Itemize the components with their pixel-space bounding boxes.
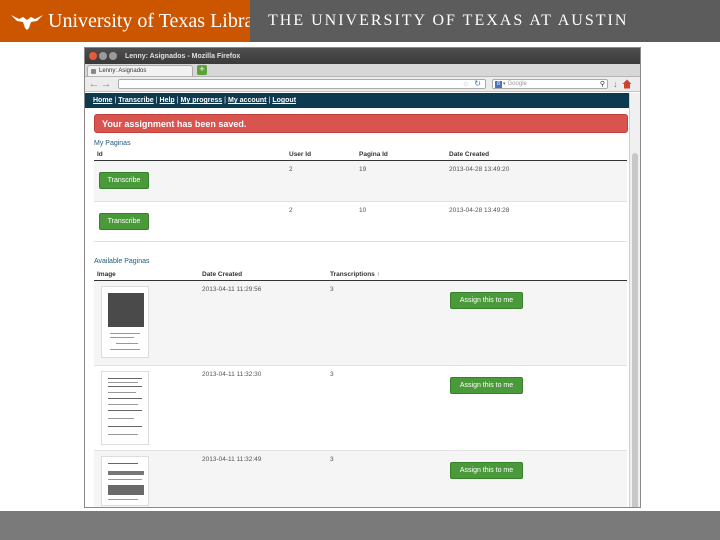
transcriptions-cell: 3	[327, 365, 445, 451]
date-created-cell: 2013-04-28 13:49:28	[446, 201, 627, 242]
download-icon[interactable]: ↓	[613, 79, 618, 89]
transcriptions-cell: 3	[327, 280, 445, 366]
page-favicon-icon	[91, 68, 96, 74]
search-engine-dropdown-icon[interactable]: ▾	[503, 81, 506, 87]
url-bar[interactable]: ☆ ↻	[118, 79, 486, 89]
assign-button[interactable]: Assign this to me	[450, 462, 523, 479]
window-titlebar: Lenny: Asignados - Mozilla Firefox	[85, 48, 640, 64]
column-header-date-created: Date Created	[446, 149, 627, 161]
column-header-image: Image	[94, 269, 199, 281]
window-title: Lenny: Asignados - Mozilla Firefox	[125, 52, 241, 60]
window-maximize-icon[interactable]	[109, 52, 117, 60]
my-paginas-table: Id User Id Pagina Id Date Created Transc…	[94, 149, 627, 242]
university-title: THE UNIVERSITY OF TEXAS AT AUSTIN	[268, 12, 629, 29]
forward-arrow-icon[interactable]: →	[100, 78, 112, 90]
tab-bar: Lenny: Asignados +	[85, 64, 640, 77]
table-row: 2013-04-11 11:32:30 3 Assign this to me	[94, 365, 627, 451]
search-engine-icon[interactable]: 8	[495, 80, 502, 88]
page-thumbnail[interactable]	[101, 371, 149, 445]
nav-my-account-link[interactable]: My account	[228, 97, 267, 104]
pagina-id-cell: 10	[356, 201, 446, 242]
slide-header: University of Texas Libraries THE UNIVER…	[0, 0, 720, 42]
back-arrow-icon[interactable]: ←	[88, 78, 100, 90]
nav-help-link[interactable]: Help	[160, 97, 175, 104]
longhorn-logo-icon	[10, 0, 44, 42]
nav-my-progress-link[interactable]: My progress	[181, 97, 223, 104]
user-id-cell: 2	[286, 160, 356, 202]
available-paginas-title: Available Paginas	[94, 258, 150, 265]
browser-tab[interactable]: Lenny: Asignados	[87, 65, 193, 76]
table-row: 2013-04-11 11:32:49 3 Assign this to me	[94, 450, 627, 507]
table-row: Transcribe 2 19 2013-04-28 13:49:20	[94, 160, 627, 202]
scrollbar-thumb[interactable]	[632, 153, 638, 507]
assign-button[interactable]: Assign this to me	[450, 377, 523, 394]
column-header-transcriptions[interactable]: Transcriptions ↑	[327, 269, 445, 281]
column-header-id: Id	[94, 149, 286, 161]
page-scrollbar[interactable]	[629, 93, 640, 507]
my-paginas-title: My Paginas	[94, 140, 131, 147]
browser-window: Lenny: Asignados - Mozilla Firefox Lenny…	[84, 47, 641, 508]
nav-logout-link[interactable]: Logout	[272, 97, 296, 104]
nav-transcribe-link[interactable]: Transcribe	[118, 97, 153, 104]
tab-label: Lenny: Asignados	[99, 68, 147, 74]
search-icon[interactable]: ⚲	[600, 80, 605, 88]
transcriptions-cell: 3	[327, 450, 445, 507]
column-header-user-id: User Id	[286, 149, 356, 161]
app-navigation: Home | Transcribe | Help | My progress | My …	[85, 93, 630, 108]
star-icon[interactable]: ☆	[463, 80, 469, 88]
brand-title: University of Texas Libraries	[48, 9, 283, 32]
table-row: 2013-04-11 11:29:56 3 Assign this to me	[94, 280, 627, 366]
date-created-cell: 2013-04-11 11:32:49	[199, 450, 327, 507]
page-thumbnail[interactable]	[101, 456, 149, 506]
page-content: Home | Transcribe | Help | My progress | My …	[85, 93, 630, 507]
date-created-cell: 2013-04-11 11:29:56	[199, 280, 327, 366]
column-header-action	[445, 269, 627, 281]
column-header-pagina-id: Pagina Id	[356, 149, 446, 161]
window-close-icon[interactable]	[89, 52, 97, 60]
ut-libraries-banner: University of Texas Libraries	[0, 0, 282, 42]
search-placeholder: Google	[507, 81, 527, 87]
navigation-toolbar: ← → ☆ ↻ 8 ▾ Google ⚲ ↓	[85, 77, 640, 92]
success-alert: Your assignment has been saved.	[94, 114, 628, 133]
pagina-id-cell: 19	[356, 160, 446, 202]
assign-button[interactable]: Assign this to me	[450, 292, 523, 309]
transcribe-button[interactable]: Transcribe	[99, 213, 149, 230]
sort-ascending-icon[interactable]: ↑	[377, 271, 380, 278]
new-tab-icon[interactable]: +	[197, 65, 207, 75]
page-thumbnail[interactable]	[101, 286, 149, 358]
table-row: Transcribe 2 10 2013-04-28 13:49:28	[94, 201, 627, 242]
search-bar[interactable]: 8 ▾ Google ⚲	[492, 79, 608, 89]
available-paginas-table: Image Date Created Transcriptions ↑ 2013…	[94, 269, 627, 507]
date-created-cell: 2013-04-28 13:49:20	[446, 160, 627, 202]
window-minimize-icon[interactable]	[99, 52, 107, 60]
transcribe-button[interactable]: Transcribe	[99, 172, 149, 189]
home-icon[interactable]	[622, 79, 632, 89]
transcriptions-header-label: Transcriptions	[330, 271, 375, 278]
user-id-cell: 2	[286, 201, 356, 242]
column-header-date-created: Date Created	[199, 269, 327, 281]
reload-icon[interactable]: ↻	[474, 79, 481, 88]
slide-footer	[0, 511, 720, 540]
university-bar: THE UNIVERSITY OF TEXAS AT AUSTIN	[250, 0, 720, 42]
nav-home-link[interactable]: Home	[93, 97, 112, 104]
date-created-cell: 2013-04-11 11:32:30	[199, 365, 327, 451]
